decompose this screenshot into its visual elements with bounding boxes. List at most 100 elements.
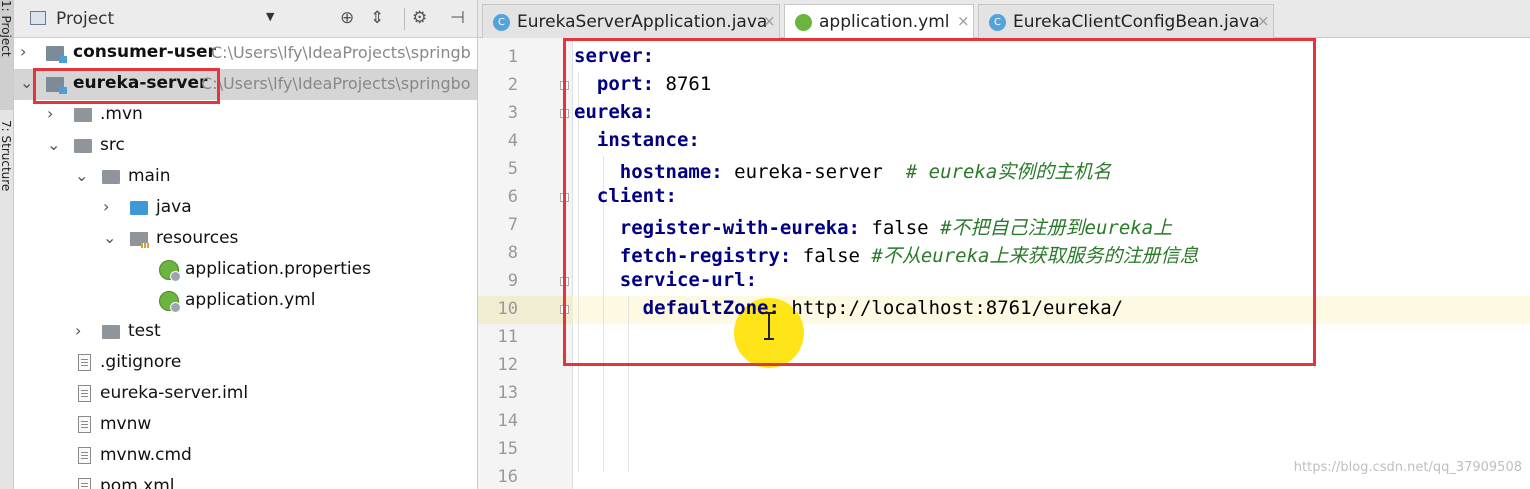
line-number: 11 (497, 327, 518, 347)
structure-tool-tab[interactable]: 7: Structure (0, 120, 13, 260)
chevron-right-icon[interactable]: › (103, 197, 117, 216)
chevron-down-icon[interactable]: ⌄ (47, 135, 61, 154)
line-number: 7 (507, 215, 518, 235)
folder-icon (74, 108, 92, 122)
project-panel-header: Project ▼ ⊕ ⇕ ⚙ ⊣ (14, 0, 477, 38)
line-number: 8 (507, 243, 518, 263)
tree-item-consumer-user[interactable]: › consumer-user C:\Users\lfy\IdeaProject… (14, 38, 477, 69)
tree-item-eureka-server-iml[interactable]: eureka-server.iml (14, 379, 477, 410)
chevron-right-icon[interactable]: › (75, 321, 89, 340)
tree-item-label: main (128, 166, 171, 186)
tree-item-label: .gitignore (100, 352, 182, 372)
view-dropdown-icon[interactable]: ▼ (266, 10, 274, 23)
tab-application-yml[interactable]: application.yml × (784, 4, 974, 39)
close-icon[interactable]: × (1257, 12, 1270, 30)
java-class-icon: C (989, 14, 1006, 31)
tree-item-label: application.properties (185, 259, 371, 279)
chevron-down-icon[interactable]: ⌄ (75, 166, 89, 185)
line-number: 10 (497, 299, 518, 319)
chevron-right-icon[interactable]: › (47, 104, 61, 123)
line-number: 12 (497, 355, 518, 375)
tree-item-application-yml[interactable]: application.yml (14, 286, 477, 317)
project-tool-tab[interactable]: 1: Project (0, 0, 13, 110)
line-number: 16 (497, 467, 518, 487)
tree-item-path: C:\Users\lfy\IdeaProjects\springb (211, 43, 471, 62)
folder-icon (102, 325, 120, 339)
line-number: 2 (507, 75, 518, 95)
tree-item-mvn[interactable]: › .mvn (14, 100, 477, 131)
line-number: 5 (507, 159, 518, 179)
tree-item-main[interactable]: ⌄ main (14, 162, 477, 193)
line-number: 4 (507, 131, 518, 151)
tab-label: EurekaClientConfigBean.java (1013, 12, 1260, 32)
tree-item-gitignore[interactable]: .gitignore (14, 348, 477, 379)
project-tool-tab-label: 1: Project (0, 0, 13, 57)
tool-window-strip: 1: Project 7: Structure (0, 0, 14, 489)
file-icon (78, 385, 91, 402)
tree-item-label: test (128, 321, 161, 341)
tree-item-mvnw-cmd[interactable]: mvnw.cmd (14, 441, 477, 472)
hide-icon[interactable]: ⊣ (450, 8, 465, 28)
line-number: 13 (497, 383, 518, 403)
line-number: 6 (507, 187, 518, 207)
tree-item-label: java (156, 197, 192, 217)
tree-item-path: C:\Users\lfy\IdeaProjects\springbo (201, 74, 471, 93)
line-number: 15 (497, 439, 518, 459)
chevron-down-icon[interactable]: ⌄ (20, 73, 34, 92)
resources-folder-icon (130, 232, 150, 248)
tree-item-label: mvnw.cmd (100, 445, 192, 465)
folder-icon (102, 170, 120, 184)
gear-icon[interactable]: ⚙ (412, 8, 427, 28)
editor: C EurekaServerApplication.java × applica… (478, 0, 1530, 489)
structure-tool-tab-label: 7: Structure (0, 120, 13, 192)
chevron-right-icon[interactable]: › (20, 42, 34, 61)
java-class-icon: C (493, 14, 510, 31)
spring-config-icon (795, 14, 812, 31)
project-view-icon (30, 11, 46, 25)
tree-item-label: consumer-user (73, 42, 216, 62)
line-number: 1 (507, 47, 518, 67)
tree-item-label: .mvn (100, 104, 143, 124)
line-number: 3 (507, 103, 518, 123)
tree-item-label: pom.xml (100, 476, 175, 489)
editor-tab-bar: C EurekaServerApplication.java × applica… (478, 0, 1530, 39)
tree-item-application-properties[interactable]: application.properties (14, 255, 477, 286)
tree-item-label: eureka-server.iml (100, 383, 249, 403)
project-panel: Project ▼ ⊕ ⇕ ⚙ ⊣ › consumer-user C:\Use… (14, 0, 478, 489)
tree-item-java[interactable]: › java (14, 193, 477, 224)
project-panel-title[interactable]: Project (56, 9, 114, 29)
tree-item-mvnw[interactable]: mvnw (14, 410, 477, 441)
file-icon (78, 354, 91, 371)
tree-item-label: application.yml (185, 290, 316, 310)
tab-eureka-client-config-bean[interactable]: C EurekaClientConfigBean.java × (978, 4, 1274, 38)
target-icon[interactable]: ⊕ (340, 8, 354, 28)
module-icon (46, 46, 67, 63)
spring-config-icon (159, 260, 181, 282)
annotation-highlight-box (563, 38, 1316, 366)
tab-eureka-server-application[interactable]: C EurekaServerApplication.java × (482, 4, 780, 38)
tree-item-pom-xml[interactable]: pom.xml (14, 472, 477, 489)
tab-label: EurekaServerApplication.java (517, 12, 768, 32)
folder-icon (74, 139, 92, 153)
tree-item-label: resources (156, 228, 239, 248)
collapse-icon[interactable]: ⇕ (370, 8, 384, 28)
spring-config-icon (159, 291, 181, 313)
tree-item-resources[interactable]: ⌄ resources (14, 224, 477, 255)
tree-item-label: mvnw (100, 414, 152, 434)
file-icon (78, 447, 91, 464)
file-icon (78, 416, 91, 433)
line-number: 9 (507, 271, 518, 291)
tree-item-src[interactable]: ⌄ src (14, 131, 477, 162)
close-icon[interactable]: × (763, 12, 776, 30)
line-number: 14 (497, 411, 518, 431)
tab-label: application.yml (819, 12, 950, 32)
annotation-highlight-box (33, 68, 220, 104)
close-icon[interactable]: × (957, 12, 970, 30)
source-folder-icon (130, 201, 148, 215)
tree-item-test[interactable]: › test (14, 317, 477, 348)
watermark: https://blog.csdn.net/qq_37909508 (1293, 460, 1522, 475)
tree-item-label: src (100, 135, 125, 155)
header-divider (404, 8, 405, 30)
chevron-down-icon[interactable]: ⌄ (103, 228, 117, 247)
file-icon (78, 478, 91, 489)
